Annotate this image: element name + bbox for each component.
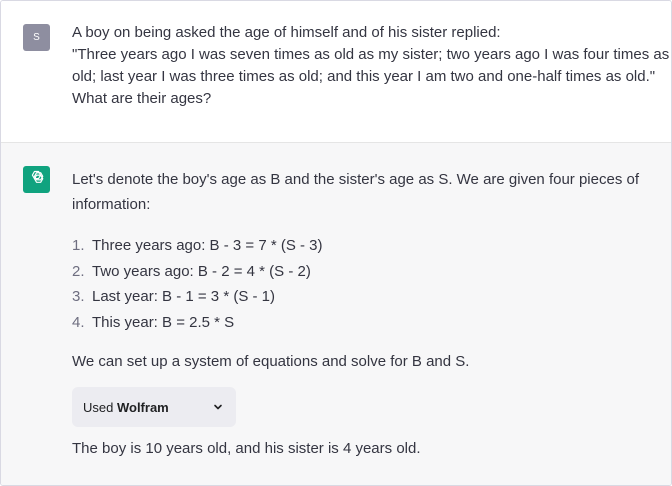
answer-text: The boy is 10 years old, and his sister …	[72, 440, 421, 457]
user-message-line: A boy on being asked the age of himself …	[72, 24, 501, 41]
assistant-message: Let's denote the boy's age as B and the …	[1, 143, 671, 485]
list-text: Last year: B - 1 = 3 * (S - 1)	[92, 288, 275, 305]
assistant-intro: Let's denote the boy's age as B and the …	[72, 171, 639, 213]
equation-list: 1. Three years ago: B - 3 = 7 * (S - 3) 2…	[72, 233, 632, 335]
chevron-down-icon	[212, 401, 224, 416]
list-number: 2.	[72, 262, 85, 280]
user-message-line: "Three years ago I was seven times as ol…	[72, 46, 670, 63]
user-avatar: S	[23, 24, 50, 51]
list-text: This year: B = 2.5 * S	[92, 313, 235, 331]
list-number: 1.	[72, 237, 85, 254]
list-number: 3.	[72, 288, 85, 305]
user-message: S A boy on being asked the age of himsel…	[1, 1, 671, 143]
user-message-text: A boy on being asked the age of himself …	[72, 22, 670, 110]
list-text: Two years ago: B - 2 = 4 * (S - 2)	[92, 262, 311, 280]
plugin-label: Used Wolfram	[83, 400, 169, 415]
plugin-name: Wolfram	[116, 399, 169, 415]
list-text: Three years ago: B - 3 = 7 * (S - 3)	[92, 237, 323, 254]
used-wolfram-button[interactable]: Used Wolfram	[72, 387, 236, 427]
list-item: 4. This year: B = 2.5 * S	[72, 310, 632, 336]
list-item: 2. Two years ago: B - 2 = 4 * (S - 2)	[72, 259, 632, 285]
user-message-line: old; last year I was three times as old;…	[72, 68, 656, 85]
list-number: 4.	[72, 313, 85, 331]
assistant-avatar	[23, 166, 50, 193]
chat-window: S A boy on being asked the age of himsel…	[0, 0, 672, 486]
user-message-line: What are their ages?	[72, 90, 212, 107]
setup-text: We can set up a system of equations and …	[72, 353, 470, 370]
list-item: 3. Last year: B - 1 = 3 * (S - 1)	[72, 284, 632, 310]
plugin-prefix: Used	[83, 399, 117, 415]
list-item: 1. Three years ago: B - 3 = 7 * (S - 3)	[72, 233, 632, 259]
openai-logo-icon	[27, 168, 46, 192]
